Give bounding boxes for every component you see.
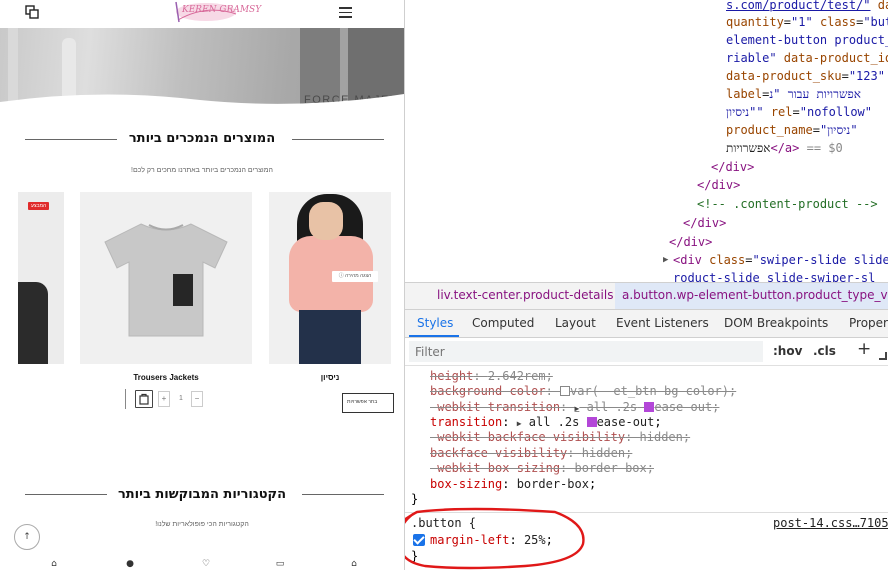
elements-tree[interactable]: s.com/product/test/" da quantity="1" cla… — [405, 0, 888, 282]
dom-line[interactable]: element-button product_ — [726, 33, 888, 48]
product-image-1[interactable]: המבצע — [18, 192, 64, 364]
dom-line[interactable]: <div class="swiper-slide slide — [673, 253, 888, 268]
product-image-2[interactable] — [80, 192, 252, 364]
tab-layout[interactable]: Layout — [555, 316, 596, 330]
styles-tab-bar: Styles Computed Layout Event Listeners D… — [405, 310, 888, 338]
toggle-sidebar-icon[interactable] — [879, 352, 887, 360]
quick-view-button[interactable]: הצגה מהירה ⓘ — [332, 271, 378, 282]
css-declaration[interactable]: transition: ▶ all .2s ease-out; — [430, 415, 662, 431]
product-name-3[interactable]: ניסיון — [269, 373, 391, 382]
color-swatch[interactable] — [560, 386, 571, 396]
active-tab-indicator — [409, 335, 459, 337]
product-name-2[interactable]: Trousers Jackets — [80, 373, 252, 382]
bottom-nav: ⌂ ● ♡ ▭ ⌂ — [0, 556, 404, 570]
dom-line[interactable]: </div> — [683, 216, 726, 231]
logo-text: KEREN GRAMSY — [182, 5, 262, 15]
account-icon[interactable]: ● — [125, 559, 135, 569]
css-declaration[interactable]: box-sizing: border-box; — [430, 477, 596, 492]
expand-triangle-icon[interactable]: ▶ — [663, 255, 668, 265]
quantity-input[interactable]: 1 — [172, 391, 190, 407]
dom-line[interactable]: roduct-slide slide-swiper-sl — [673, 271, 875, 282]
easing-swatch[interactable] — [586, 417, 597, 427]
hero-wave — [0, 94, 404, 122]
dom-line[interactable]: </div> — [669, 235, 712, 250]
product-image-3[interactable]: הצגה מהירה ⓘ — [269, 192, 391, 364]
shop-icon[interactable]: ⌂ — [49, 559, 59, 569]
dom-line[interactable]: label=אפשרויות עבור "נ — [726, 87, 861, 102]
dom-line[interactable]: s.com/product/test/" da — [726, 0, 888, 13]
css-declaration-margin-left[interactable]: margin-left: 25%; — [430, 533, 553, 548]
wishlist-icon[interactable]: ♡ — [201, 559, 211, 569]
cart-icon[interactable] — [25, 5, 39, 19]
new-style-rule-button[interactable]: + — [857, 339, 871, 359]
tab-computed[interactable]: Computed — [472, 316, 534, 330]
dom-line[interactable]: </div> — [697, 178, 740, 193]
css-declaration[interactable]: -webkit-backface-visibility: hidden; — [430, 430, 690, 445]
dom-line[interactable]: data-product_sku="123" — [726, 69, 885, 84]
quantity-minus-button[interactable]: − — [191, 391, 203, 407]
select-options-button[interactable]: בחר אפשרויות — [342, 393, 394, 413]
categories-title: הקטגוריות המבוקשות ביותר — [117, 487, 287, 502]
css-declaration[interactable]: height: 2.642rem; — [430, 369, 553, 384]
breadcrumb: liv.text-center.product-details a.button… — [405, 282, 888, 310]
home-icon[interactable]: ⌂ — [349, 559, 359, 569]
styles-pane: height: 2.642rem; background-color: var(… — [405, 366, 888, 570]
tab-dom-breakpoints[interactable]: DOM Breakpoints — [724, 316, 828, 330]
breadcrumb-item-active[interactable]: a.button.wp-element-button.product_type_… — [615, 283, 888, 309]
tshirt-image — [104, 223, 228, 337]
best-sellers-title: המוצרים הנמכרים ביותר — [128, 131, 276, 146]
css-declaration[interactable]: -webkit-box-sizing: border-box; — [430, 461, 654, 476]
devtools-panel: s.com/product/test/" da quantity="1" cla… — [404, 0, 888, 570]
filter-bar: :hov .cls + — [405, 338, 888, 366]
declaration-checkbox[interactable] — [413, 534, 425, 546]
sale-badge: המבצע — [28, 202, 50, 210]
tab-properties[interactable]: Proper — [849, 316, 888, 330]
dom-comment[interactable]: <!-- .content-product --> — [697, 197, 878, 212]
cart-nav-icon[interactable]: ▭ — [275, 559, 285, 569]
tab-styles[interactable]: Styles — [417, 316, 453, 330]
quantity-plus-button[interactable]: + — [158, 391, 170, 407]
tab-event-listeners[interactable]: Event Listeners — [616, 316, 709, 330]
rule-close-brace: } — [411, 492, 419, 506]
filter-input[interactable] — [409, 341, 763, 362]
breadcrumb-item[interactable]: liv.text-center.product-details — [437, 288, 613, 302]
dom-line[interactable]: ניסיון"" rel="nofollow" — [726, 105, 872, 120]
dom-line-selected[interactable]: אפשרויות</a> == $0 — [726, 141, 843, 156]
website-preview: KEREN GRAMSY FORCE MAJEUR המוצרים הנמכרי… — [0, 0, 404, 570]
easing-swatch[interactable] — [644, 402, 655, 412]
bag-icon — [139, 393, 149, 405]
site-header: KEREN GRAMSY — [0, 0, 404, 28]
css-declaration[interactable]: background-color: var(--et_btn-bg-color)… — [430, 384, 736, 399]
cls-toggle-button[interactable]: .cls — [813, 344, 836, 358]
css-declaration[interactable]: backface-visibility: hidden; — [430, 446, 632, 461]
dom-line[interactable]: product_name="ניסיון" — [726, 123, 858, 138]
css-selector[interactable]: .button { — [411, 516, 476, 530]
hamburger-menu-icon[interactable] — [339, 7, 352, 18]
dom-line[interactable]: quantity="1" class="but — [726, 15, 888, 30]
dom-line[interactable]: </div> — [711, 160, 754, 175]
site-logo[interactable]: KEREN GRAMSY — [170, 0, 261, 26]
rule-close-brace: } — [411, 549, 419, 563]
best-sellers-subtitle: המוצרים הנמכרים ביותר באתרנו מחכים רק לכ… — [131, 167, 273, 174]
add-to-cart-button[interactable] — [135, 390, 153, 408]
dom-line[interactable]: riable" data-product_id — [726, 51, 888, 66]
scroll-to-top-button[interactable]: ↑ — [14, 524, 40, 550]
stylesheet-link[interactable]: post-14.css…7105 — [773, 516, 888, 530]
css-declaration[interactable]: -webkit-transition: ▶ all .2s ease-out; — [430, 400, 719, 416]
categories-subtitle: הקטגוריות הכי פופולאריות שלנו! — [155, 521, 249, 528]
hov-toggle-button[interactable]: :hov — [773, 344, 802, 358]
